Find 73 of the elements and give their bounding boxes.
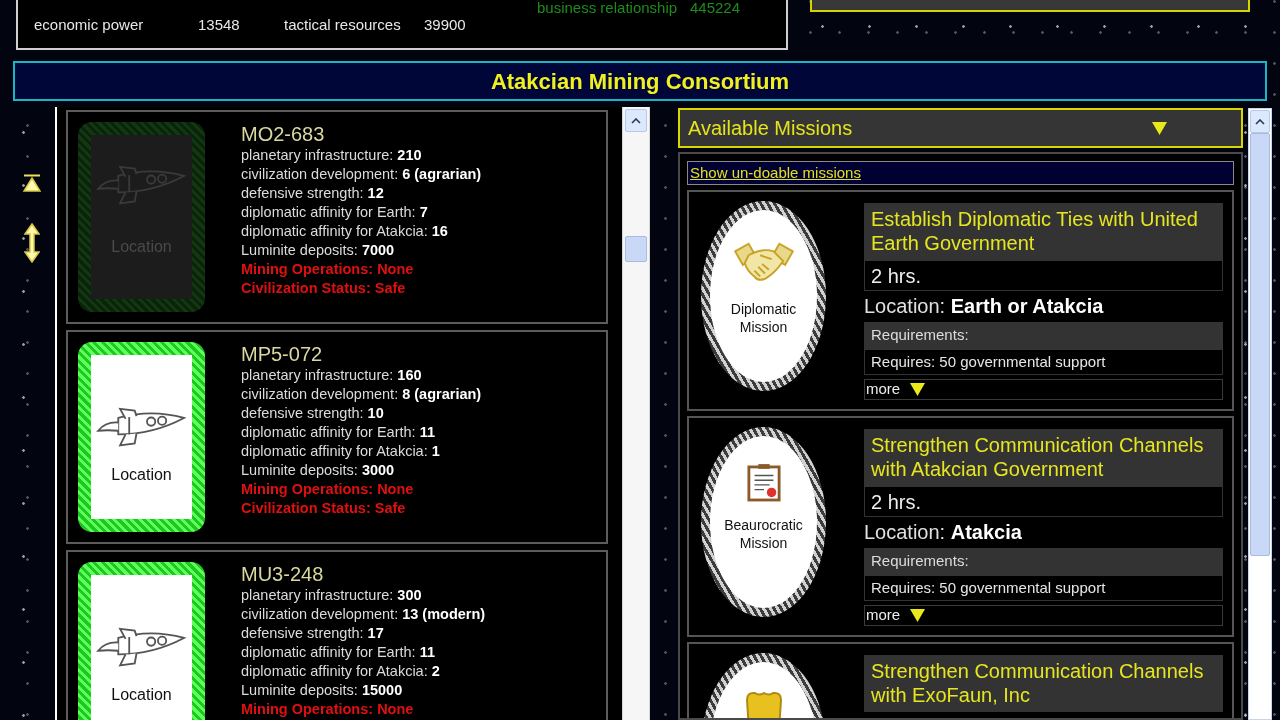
location-attribute: Luminite deposits: 7000 xyxy=(241,241,396,260)
rocket-icon xyxy=(95,165,188,207)
stat-label: tactical resources xyxy=(284,16,402,34)
stat-value: 39900 xyxy=(424,16,466,34)
stat-label: economic power xyxy=(34,16,145,34)
location-attribute: diplomatic affinity for Earth: 11 xyxy=(241,643,436,662)
requirements-header: Requirements: xyxy=(864,548,1223,575)
mission-title: Strengthen Communication Channels with ExoFaun, Inc xyxy=(864,655,1223,712)
requirement-row: Requires: 50 governmental support xyxy=(864,349,1223,375)
location-attribute: defensive strength: 17 xyxy=(241,624,385,643)
location-card[interactable] xyxy=(66,330,608,544)
location-attribute: defensive strength: 10 xyxy=(241,404,385,423)
location-name: MO2-683 xyxy=(241,122,326,146)
mission-duration: 2 hrs. xyxy=(864,260,1223,291)
caret-down-icon xyxy=(910,609,926,622)
location-attribute: diplomatic affinity for Earth: 11 xyxy=(241,423,436,442)
location-attribute: civilization development: 8 (agrarian) xyxy=(241,385,482,404)
status-warning-text: Mining Operations: None xyxy=(241,260,415,279)
mission-duration: 2 hrs. xyxy=(864,486,1223,517)
vertical-double-arrow-icon[interactable] xyxy=(24,223,40,263)
location-attribute: Luminite deposits: 15000 xyxy=(241,681,404,700)
mission-location: Location: Earth or Atakcia xyxy=(864,294,1105,319)
scrollbar-thumb[interactable] xyxy=(1250,133,1270,556)
document-icon xyxy=(746,464,781,502)
show-undoable-missions-link[interactable]: Show un-doable missions xyxy=(690,161,861,185)
jump-to-top-icon[interactable] xyxy=(23,174,41,192)
location-attribute: defensive strength: 12 xyxy=(241,184,385,203)
mission-title: Strengthen Communication Channels with Atakcian Government xyxy=(864,429,1223,486)
location-name: MU3-248 xyxy=(241,562,325,586)
status-warning-text: Civilization Status: Safe xyxy=(241,499,407,518)
scroll-up-button[interactable] xyxy=(1250,110,1270,133)
location-label: Location xyxy=(111,465,172,485)
mission-card[interactable]: Beaurocratic Mission Strengthen Communication Channels with Atakcian Government 2 hrs. Location: Atakcia Requirements: Requires: 50 governmental support more xyxy=(687,416,1234,637)
stat-value: 13548 xyxy=(198,16,241,34)
location-label: Location xyxy=(111,685,172,705)
location-attribute: diplomatic affinity for Atakcia: 2 xyxy=(241,662,441,681)
rocket-icon xyxy=(95,407,188,449)
location-attribute: diplomatic affinity for Atakcia: 16 xyxy=(241,222,449,241)
missions-dropdown-header[interactable]: Available Missions xyxy=(678,108,1243,148)
relationship-value: 445224 xyxy=(690,0,741,16)
status-warning-text: Civilization Status: Safe xyxy=(241,279,407,298)
caret-down-icon xyxy=(1152,121,1167,135)
location-card[interactable] xyxy=(66,110,608,324)
chevron-up-icon xyxy=(631,117,641,124)
location-name: MP5-072 xyxy=(241,342,324,366)
mission-location: Location: Atakcia xyxy=(864,520,1023,545)
rocket-icon xyxy=(95,627,188,669)
more-button[interactable]: more xyxy=(864,379,1223,400)
chevron-up-icon xyxy=(1255,118,1265,125)
scrollbar-thumb[interactable] xyxy=(625,236,647,262)
scroll-up-button[interactable] xyxy=(625,109,647,132)
location-attribute: planetary infrastructure: 300 xyxy=(241,586,423,605)
location-attribute: planetary infrastructure: 160 xyxy=(241,366,423,385)
mission-title: Establish Diplomatic Ties with United Earth Government xyxy=(864,203,1223,260)
status-warning-text: Mining Operations: None xyxy=(241,700,415,719)
page-title: Atakcian Mining Consortium xyxy=(490,67,790,96)
mission-card[interactable]: Strengthen Communication Channels with ExoFaun, Inc xyxy=(687,642,1234,718)
more-button[interactable]: more xyxy=(864,605,1223,626)
requirements-header: Requirements: xyxy=(864,322,1223,349)
caret-down-icon xyxy=(910,383,926,396)
location-attribute: diplomatic affinity for Earth: 7 xyxy=(241,203,429,222)
mission-card[interactable]: Diplomatic Mission Establish Diplomatic Ties with United Earth Government 2 hrs. Location: Earth or Atakcia Requirements: Requires: 50 governmental support more xyxy=(687,190,1234,411)
relationship-label: business relationship xyxy=(537,0,679,16)
location-attribute: planetary infrastructure: 210 xyxy=(241,146,423,165)
location-card[interactable] xyxy=(66,550,608,720)
location-attribute: civilization development: 13 (modern) xyxy=(241,605,486,624)
location-attribute: diplomatic affinity for Atakcia: 1 xyxy=(241,442,441,461)
requirement-row: Requires: 50 governmental support xyxy=(864,575,1223,601)
location-attribute: Luminite deposits: 3000 xyxy=(241,461,396,480)
location-attribute: civilization development: 6 (agrarian) xyxy=(241,165,482,184)
mission-type-label: Beaurocratic Mission xyxy=(723,516,804,552)
mission-type-label: Diplomatic Mission xyxy=(729,300,798,336)
status-warning-text: Mining Operations: None xyxy=(241,480,415,499)
